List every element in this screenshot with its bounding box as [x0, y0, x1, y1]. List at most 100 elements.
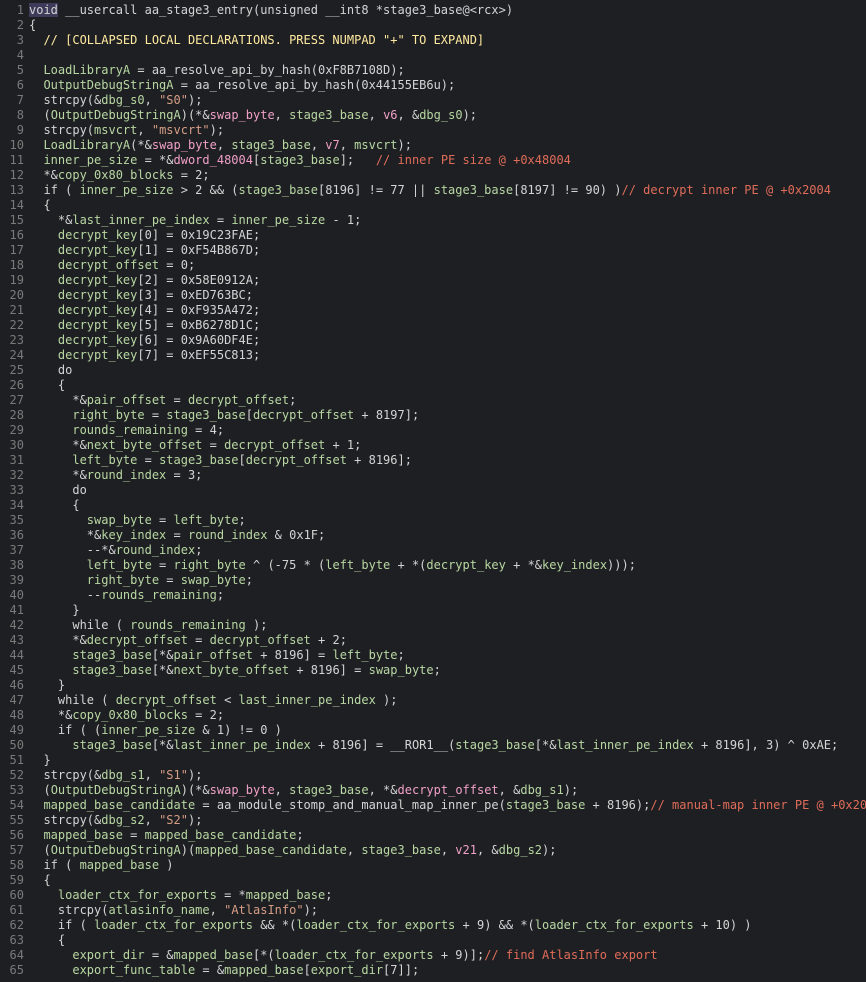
code-line[interactable]: 55 strcpy(&dbg_s2, "S2"); [0, 813, 866, 828]
code-line[interactable]: 56 mapped_base = mapped_base_candidate; [0, 828, 866, 843]
code-line[interactable]: 10 LoadLibraryA(*&swap_byte, stage3_base… [0, 138, 866, 153]
code-text[interactable]: stage3_base[*&last_inner_pe_index + 8196… [29, 738, 838, 753]
code-line[interactable]: 38 left_byte = right_byte ^ (-75 * (left… [0, 558, 866, 573]
code-line[interactable]: 1 void __usercall aa_stage3_entry(unsigne… [0, 3, 866, 18]
code-line[interactable]: 3 // [COLLAPSED LOCAL DECLARATIONS. PRES… [0, 33, 866, 48]
code-line[interactable]: 64 export_dir = &mapped_base[*(loader_ct… [0, 948, 866, 963]
code-line[interactable]: 46 } [0, 678, 866, 693]
code-text[interactable]: if ( mapped_base ) [29, 858, 173, 873]
code-text[interactable]: { [29, 873, 50, 888]
code-line[interactable]: 8 (OutputDebugStringA)(*&swap_byte, stag… [0, 108, 866, 123]
code-line[interactable]: 45 stage3_base[*&next_byte_offset + 8196… [0, 663, 866, 678]
code-text[interactable]: strcpy(atlasinfo_name, "AtlasInfo"); [29, 903, 318, 918]
code-line[interactable]: 18 decrypt_offset = 0; [0, 258, 866, 273]
code-text[interactable]: (OutputDebugStringA)(*&swap_byte, stage3… [29, 108, 477, 123]
code-text[interactable]: left_byte = stage3_base[decrypt_offset +… [29, 453, 412, 468]
code-line[interactable]: 47 while ( decrypt_offset < last_inner_p… [0, 693, 866, 708]
code-text[interactable]: *&last_inner_pe_index = inner_pe_size - … [29, 213, 361, 228]
code-line[interactable]: 31 left_byte = stage3_base[decrypt_offse… [0, 453, 866, 468]
code-line[interactable]: 22 decrypt_key[5] = 0xB6278D1C; [0, 318, 866, 333]
code-text[interactable]: stage3_base[*&next_byte_offset + 8196] =… [29, 663, 441, 678]
code-line[interactable]: 29 rounds_remaining = 4; [0, 423, 866, 438]
code-text[interactable]: // [COLLAPSED LOCAL DECLARATIONS. PRESS … [29, 33, 484, 48]
code-text[interactable]: stage3_base[*&pair_offset + 8196] = left… [29, 648, 404, 663]
code-line[interactable]: 54 mapped_base_candidate = aa_module_sto… [0, 798, 866, 813]
code-line[interactable]: 34 { [0, 498, 866, 513]
code-text[interactable]: decrypt_key[5] = 0xB6278D1C; [29, 318, 260, 333]
code-text[interactable]: --rounds_remaining; [29, 588, 224, 603]
code-text[interactable]: inner_pe_size = *&dword_48004[stage3_bas… [29, 153, 570, 168]
code-text[interactable]: LoadLibraryA(*&swap_byte, stage3_base, v… [29, 138, 412, 153]
code-text[interactable]: if ( loader_ctx_for_exports && *(loader_… [29, 918, 752, 933]
code-line[interactable]: 63 { [0, 933, 866, 948]
code-text[interactable]: decrypt_key[7] = 0xEF55C813; [29, 348, 260, 363]
code-line[interactable]: 43 *&decrypt_offset = decrypt_offset + 2… [0, 633, 866, 648]
code-line[interactable]: 4 [0, 48, 866, 63]
code-text[interactable]: while ( decrypt_offset < last_inner_pe_i… [29, 693, 398, 708]
code-line[interactable]: 26 { [0, 378, 866, 393]
code-line[interactable]: 24 decrypt_key[7] = 0xEF55C813; [0, 348, 866, 363]
code-line[interactable]: 5 LoadLibraryA = aa_resolve_api_by_hash(… [0, 63, 866, 78]
pseudocode-view[interactable]: 1 void __usercall aa_stage3_entry(unsigne… [0, 3, 866, 982]
code-text[interactable]: decrypt_offset = 0; [29, 258, 195, 273]
code-text[interactable]: LoadLibraryA = aa_resolve_api_by_hash(0x… [29, 63, 404, 78]
code-line[interactable]: 57 (OutputDebugStringA)(mapped_base_cand… [0, 843, 866, 858]
code-text[interactable]: { [29, 933, 65, 948]
code-line[interactable]: 36 *&key_index = round_index & 0x1F; [0, 528, 866, 543]
code-text[interactable]: right_byte = swap_byte; [29, 573, 253, 588]
code-line[interactable]: 11 inner_pe_size = *&dword_48004[stage3_… [0, 153, 866, 168]
code-text[interactable]: --*&round_index; [29, 543, 203, 558]
code-text[interactable]: mapped_base_candidate = aa_module_stomp_… [29, 798, 866, 813]
code-text[interactable]: do [29, 483, 86, 498]
code-text[interactable]: right_byte = stage3_base[decrypt_offset … [29, 408, 419, 423]
code-text[interactable]: } [29, 753, 50, 768]
code-text[interactable]: *&round_index = 3; [29, 468, 202, 483]
code-text[interactable]: export_func_table = &mapped_base[export_… [29, 963, 419, 978]
code-line[interactable]: 48 *&copy_0x80_blocks = 2; [0, 708, 866, 723]
code-text[interactable]: *&decrypt_offset = decrypt_offset + 2; [29, 633, 347, 648]
code-text[interactable]: decrypt_key[1] = 0xF54B867D; [29, 243, 260, 258]
code-text[interactable]: strcpy(&dbg_s2, "S2"); [29, 813, 202, 828]
code-text[interactable]: { [29, 498, 79, 513]
code-line[interactable]: 51 } [0, 753, 866, 768]
code-text[interactable]: decrypt_key[4] = 0xF935A472; [29, 303, 260, 318]
code-line[interactable]: 41 } [0, 603, 866, 618]
code-text[interactable]: *&copy_0x80_blocks = 2; [29, 168, 209, 183]
code-text[interactable]: { [29, 198, 50, 213]
code-text[interactable]: *&key_index = round_index & 0x1F; [29, 528, 325, 543]
code-line[interactable]: 21 decrypt_key[4] = 0xF935A472; [0, 303, 866, 318]
code-text[interactable]: (OutputDebugStringA)(*&swap_byte, stage3… [29, 783, 578, 798]
code-line[interactable]: 37 --*&round_index; [0, 543, 866, 558]
code-text[interactable]: *&pair_offset = decrypt_offset; [29, 393, 296, 408]
code-text[interactable]: swap_byte = left_byte; [29, 513, 246, 528]
code-text[interactable]: OutputDebugStringA = aa_resolve_api_by_h… [29, 78, 455, 93]
code-line[interactable]: 35 swap_byte = left_byte; [0, 513, 866, 528]
code-line[interactable]: 50 stage3_base[*&last_inner_pe_index + 8… [0, 738, 866, 753]
code-text[interactable]: } [29, 678, 65, 693]
code-text[interactable]: while ( rounds_remaining ); [29, 618, 267, 633]
code-line[interactable]: 49 if ( (inner_pe_size & 1) != 0 ) [0, 723, 866, 738]
code-text[interactable]: left_byte = right_byte ^ (-75 * (left_by… [29, 558, 636, 573]
code-text[interactable]: decrypt_key[6] = 0x9A60DF4E; [29, 333, 260, 348]
code-line[interactable]: 6 OutputDebugStringA = aa_resolve_api_by… [0, 78, 866, 93]
code-line[interactable]: 16 decrypt_key[0] = 0x19C23FAE; [0, 228, 866, 243]
code-line[interactable]: 53 (OutputDebugStringA)(*&swap_byte, sta… [0, 783, 866, 798]
code-line[interactable]: 25 do [0, 363, 866, 378]
code-text[interactable]: decrypt_key[0] = 0x19C23FAE; [29, 228, 260, 243]
code-line[interactable]: 65 export_func_table = &mapped_base[expo… [0, 963, 866, 978]
code-text[interactable]: rounds_remaining = 4; [29, 423, 224, 438]
code-line[interactable]: 12 *&copy_0x80_blocks = 2; [0, 168, 866, 183]
code-line[interactable]: 2{ [0, 18, 866, 33]
code-text[interactable]: *&copy_0x80_blocks = 2; [29, 708, 224, 723]
code-line[interactable]: 42 while ( rounds_remaining ); [0, 618, 866, 633]
code-text[interactable]: decrypt_key[2] = 0x58E0912A; [29, 273, 260, 288]
code-text[interactable]: strcpy(msvcrt, "msvcrt"); [29, 123, 224, 138]
code-line[interactable]: 13 if ( inner_pe_size > 2 && (stage3_bas… [0, 183, 866, 198]
code-text[interactable]: strcpy(&dbg_s1, "S1"); [29, 768, 202, 783]
code-line[interactable]: 15 *&last_inner_pe_index = inner_pe_size… [0, 213, 866, 228]
code-text[interactable]: *&next_byte_offset = decrypt_offset + 1; [29, 438, 361, 453]
code-line[interactable]: 61 strcpy(atlasinfo_name, "AtlasInfo"); [0, 903, 866, 918]
code-text[interactable]: (OutputDebugStringA)(mapped_base_candida… [29, 843, 556, 858]
code-line[interactable]: 23 decrypt_key[6] = 0x9A60DF4E; [0, 333, 866, 348]
code-line[interactable]: 39 right_byte = swap_byte; [0, 573, 866, 588]
